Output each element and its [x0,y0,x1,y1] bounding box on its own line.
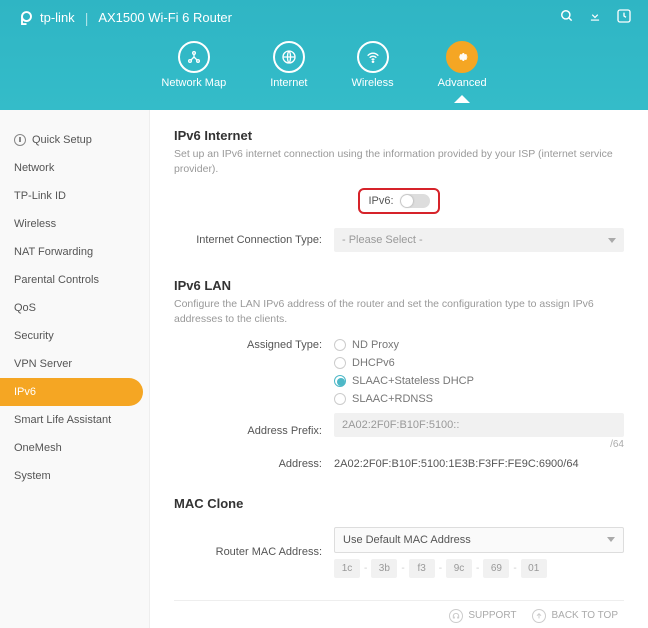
network-map-icon [178,41,210,73]
mac-seg[interactable]: 69 [483,559,509,578]
brand-logo: tp-link [16,9,75,27]
globe-icon [273,41,305,73]
sidebar-item-system[interactable]: System [0,462,149,490]
back-to-top-button[interactable]: BACK TO TOP [532,609,618,623]
gear-icon [446,41,478,73]
clock-icon [14,134,26,146]
sidebar-item-ipv6[interactable]: IPv6 [0,378,143,406]
mac-seg[interactable]: 3b [371,559,397,578]
conn-type-label: Internet Connection Type: [174,234,334,246]
content-area: IPv6 Internet Set up an IPv6 internet co… [150,110,648,628]
prefix-suffix: /64 [334,439,624,450]
mac-seg[interactable]: 9c [446,559,472,578]
prefix-input[interactable]: 2A02:2F0F:B10F:5100:: [334,413,624,437]
headset-icon [449,609,463,623]
section-desc: Set up an IPv6 internet connection using… [174,147,624,176]
section-desc: Configure the LAN IPv6 address of the ro… [174,297,624,326]
brand-text: tp-link [40,10,75,25]
ipv6-toggle-label: IPv6: [368,195,393,207]
radio-slaac-stateless[interactable]: SLAAC+Stateless DHCP [334,375,624,387]
radio-nd-proxy[interactable]: ND Proxy [334,339,624,351]
mac-select[interactable]: Use Default MAC Address [334,527,624,553]
tab-advanced[interactable]: Advanced [438,41,487,89]
ipv6-toggle-highlight: IPv6: [358,188,439,214]
sidebar-item-tplink-id[interactable]: TP-Link ID [0,182,149,210]
sidebar: Quick Setup Network TP-Link ID Wireless … [0,110,150,628]
tab-wireless[interactable]: Wireless [352,41,394,89]
ipv6-toggle[interactable] [400,194,430,208]
sidebar-item-qos[interactable]: QoS [0,294,149,322]
sidebar-item-network[interactable]: Network [0,154,149,182]
mac-seg[interactable]: 01 [521,559,547,578]
mac-label: Router MAC Address: [174,546,334,558]
address-value: 2A02:2F0F:B10F:5100:1E3B:F3FF:FE9C:6900/… [334,458,624,470]
section-ipv6-internet: IPv6 Internet Set up an IPv6 internet co… [174,128,624,252]
chevron-down-icon [607,537,615,542]
mac-seg[interactable]: 1c [334,559,360,578]
prefix-label: Address Prefix: [174,425,334,437]
sidebar-item-wireless[interactable]: Wireless [0,210,149,238]
tab-network-map[interactable]: Network Map [161,41,226,89]
mac-segments: 1c- 3b- f3- 9c- 69- 01 [334,559,624,578]
footer: SUPPORT BACK TO TOP [174,609,624,623]
tplink-logo-icon [16,9,34,27]
radio-slaac-rdnss[interactable]: SLAAC+RDNSS [334,393,624,405]
sidebar-item-vpn[interactable]: VPN Server [0,350,149,378]
assigned-type-label: Assigned Type: [174,339,334,351]
conn-type-select[interactable]: - Please Select - [334,228,624,252]
sidebar-item-parental[interactable]: Parental Controls [0,266,149,294]
tab-internet[interactable]: Internet [270,41,307,89]
sidebar-item-sla[interactable]: Smart Life Assistant [0,406,149,434]
download-icon[interactable] [588,9,602,26]
section-title: IPv6 LAN [174,278,624,293]
sidebar-item-security[interactable]: Security [0,322,149,350]
sidebar-item-quick-setup[interactable]: Quick Setup [0,126,149,154]
search-icon[interactable] [560,9,574,26]
chevron-down-icon [608,238,616,243]
sidebar-item-onemesh[interactable]: OneMesh [0,434,149,462]
address-label: Address: [174,458,334,470]
divider: | [85,10,89,26]
support-button[interactable]: SUPPORT [449,609,516,623]
wifi-icon [357,41,389,73]
product-name: AX1500 Wi-Fi 6 Router [98,10,232,25]
sidebar-item-nat[interactable]: NAT Forwarding [0,238,149,266]
section-title: MAC Clone [174,496,624,511]
radio-dhcpv6[interactable]: DHCPv6 [334,357,624,369]
restart-icon[interactable] [616,8,632,27]
mac-seg[interactable]: f3 [409,559,435,578]
section-title: IPv6 Internet [174,128,624,143]
arrow-up-icon [532,609,546,623]
section-mac-clone: MAC Clone Router MAC Address: Use Defaul… [174,496,624,601]
section-ipv6-lan: IPv6 LAN Configure the LAN IPv6 address … [174,278,624,469]
header: tp-link | AX1500 Wi-Fi 6 Router Network … [0,0,648,110]
